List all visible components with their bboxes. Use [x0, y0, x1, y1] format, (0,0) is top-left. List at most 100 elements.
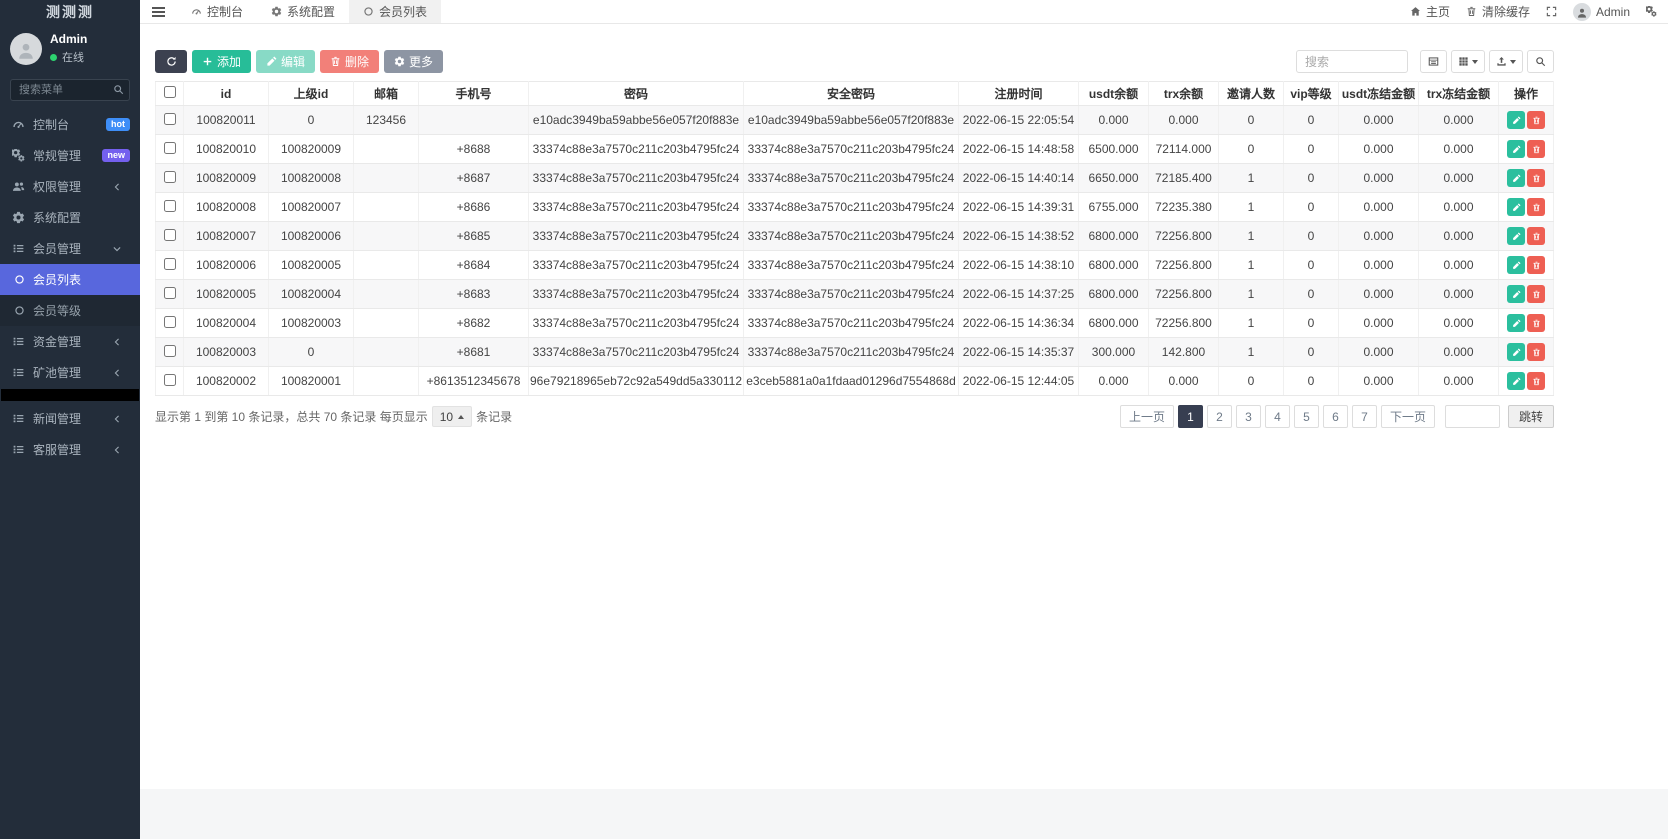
row-edit-button[interactable] [1507, 343, 1525, 361]
menu-search-input[interactable] [10, 79, 130, 101]
column-header-usdt余额[interactable]: usdt余额 [1079, 82, 1149, 106]
table-cell: 100820008 [269, 164, 354, 193]
column-header-注册时间[interactable]: 注册时间 [959, 82, 1079, 106]
row-edit-button[interactable] [1507, 198, 1525, 216]
tab-会员列表[interactable]: 会员列表 [349, 0, 441, 23]
tab-系统配置[interactable]: 系统配置 [257, 0, 349, 23]
settings-button[interactable] [1646, 6, 1657, 17]
table-cell [354, 193, 419, 222]
search-toggle-button[interactable] [1527, 50, 1554, 73]
sidebar-item-会员等级[interactable]: 会员等级 [0, 295, 140, 326]
row-edit-button[interactable] [1507, 140, 1525, 158]
user-name: Admin [50, 32, 87, 46]
row-checkbox[interactable] [164, 258, 176, 270]
table-cell: 33374c88e3a7570c211c203b4795fc24 [744, 251, 959, 280]
column-header-邮箱[interactable]: 邮箱 [354, 82, 419, 106]
page-button-5[interactable]: 5 [1294, 405, 1319, 428]
row-checkbox[interactable] [164, 287, 176, 299]
row-checkbox[interactable] [164, 142, 176, 154]
row-delete-button[interactable] [1527, 372, 1545, 390]
row-checkbox[interactable] [164, 113, 176, 125]
delete-button[interactable]: 删除 [320, 50, 379, 73]
export-button[interactable] [1489, 50, 1523, 73]
row-checkbox[interactable] [164, 200, 176, 212]
home-link[interactable]: 主页 [1410, 3, 1450, 20]
row-edit-button[interactable] [1507, 256, 1525, 274]
row-edit-button[interactable] [1507, 285, 1525, 303]
page-button-7[interactable]: 7 [1352, 405, 1377, 428]
sidebar-item-矿池管理[interactable]: 矿池管理 [0, 357, 140, 388]
actions-cell [1499, 280, 1554, 309]
row-edit-button[interactable] [1507, 372, 1525, 390]
user-menu[interactable]: Admin [1573, 3, 1630, 21]
row-checkbox[interactable] [164, 229, 176, 241]
row-delete-button[interactable] [1527, 169, 1545, 187]
sidebar-item-会员列表[interactable]: 会员列表 [0, 264, 140, 295]
clear-cache-link[interactable]: 清除缓存 [1466, 3, 1530, 20]
page-button-6[interactable]: 6 [1323, 405, 1348, 428]
column-header-操作[interactable]: 操作 [1499, 82, 1554, 106]
column-header-邀请人数[interactable]: 邀请人数 [1219, 82, 1284, 106]
row-delete-button[interactable] [1527, 256, 1545, 274]
row-delete-button[interactable] [1527, 140, 1545, 158]
row-delete-button[interactable] [1527, 314, 1545, 332]
row-checkbox[interactable] [164, 345, 176, 357]
column-header-安全密码[interactable]: 安全密码 [744, 82, 959, 106]
row-delete-button[interactable] [1527, 111, 1545, 129]
row-edit-button[interactable] [1507, 314, 1525, 332]
row-edit-button[interactable] [1507, 227, 1525, 245]
column-header-手机号[interactable]: 手机号 [419, 82, 529, 106]
row-checkbox[interactable] [164, 316, 176, 328]
sidebar-item-常规管理[interactable]: 常规管理new [0, 140, 140, 171]
tab-控制台[interactable]: 控制台 [177, 0, 257, 23]
menu-toggle-icon[interactable] [140, 0, 177, 23]
actions-cell [1499, 135, 1554, 164]
add-button[interactable]: 添加 [192, 50, 251, 73]
row-delete-button[interactable] [1527, 343, 1545, 361]
page-button-4[interactable]: 4 [1265, 405, 1290, 428]
columns-button[interactable] [1451, 50, 1485, 73]
row-edit-button[interactable] [1507, 169, 1525, 187]
table-cell: 2022-06-15 14:48:58 [959, 135, 1079, 164]
row-delete-button[interactable] [1527, 227, 1545, 245]
row-checkbox[interactable] [164, 171, 176, 183]
column-header-trx冻结金额[interactable]: trx冻结金额 [1419, 82, 1499, 106]
column-header-密码[interactable]: 密码 [529, 82, 744, 106]
table-search-input[interactable] [1296, 50, 1408, 73]
row-checkbox[interactable] [164, 374, 176, 386]
refresh-button[interactable] [155, 50, 187, 73]
fullscreen-button[interactable] [1546, 6, 1557, 17]
trash-icon [1532, 290, 1541, 299]
dashboard-icon [191, 6, 202, 17]
page-button-1[interactable]: 1 [1178, 405, 1203, 428]
next-page-button[interactable]: 下一页 [1381, 405, 1435, 428]
prev-page-button[interactable]: 上一页 [1120, 405, 1174, 428]
select-all-checkbox[interactable] [164, 86, 176, 98]
toggle-view-button[interactable] [1420, 50, 1447, 73]
column-header-上级id[interactable]: 上级id [269, 82, 354, 106]
table-cell: 2022-06-15 14:40:14 [959, 164, 1079, 193]
table-cell: 0.000 [1419, 338, 1499, 367]
sidebar-item-会员管理[interactable]: 会员管理 [0, 233, 140, 264]
sidebar-item-权限管理[interactable]: 权限管理 [0, 171, 140, 202]
row-delete-button[interactable] [1527, 285, 1545, 303]
page-size-select[interactable]: 10 [432, 406, 472, 427]
column-header-id[interactable]: id [184, 82, 269, 106]
column-header-vip等级[interactable]: vip等级 [1284, 82, 1339, 106]
sidebar-item-系统配置[interactable]: 系统配置 [0, 202, 140, 233]
sidebar-item-资金管理[interactable]: 资金管理 [0, 326, 140, 357]
edit-button[interactable]: 编辑 [256, 50, 315, 73]
page-button-2[interactable]: 2 [1207, 405, 1232, 428]
row-delete-button[interactable] [1527, 198, 1545, 216]
page-button-3[interactable]: 3 [1236, 405, 1261, 428]
sidebar-item-控制台[interactable]: 控制台hot [0, 109, 140, 140]
jump-button[interactable]: 跳转 [1508, 405, 1554, 428]
column-header-usdt冻结金额[interactable]: usdt冻结金额 [1339, 82, 1419, 106]
row-edit-button[interactable] [1507, 111, 1525, 129]
sidebar-item-客服管理[interactable]: 客服管理 [0, 434, 140, 465]
jump-page-input[interactable] [1445, 405, 1500, 428]
sidebar-item-新闻管理[interactable]: 新闻管理 [0, 403, 140, 434]
more-button[interactable]: 更多 [384, 50, 443, 73]
pencil-icon [1512, 174, 1521, 183]
column-header-trx余额[interactable]: trx余额 [1149, 82, 1219, 106]
